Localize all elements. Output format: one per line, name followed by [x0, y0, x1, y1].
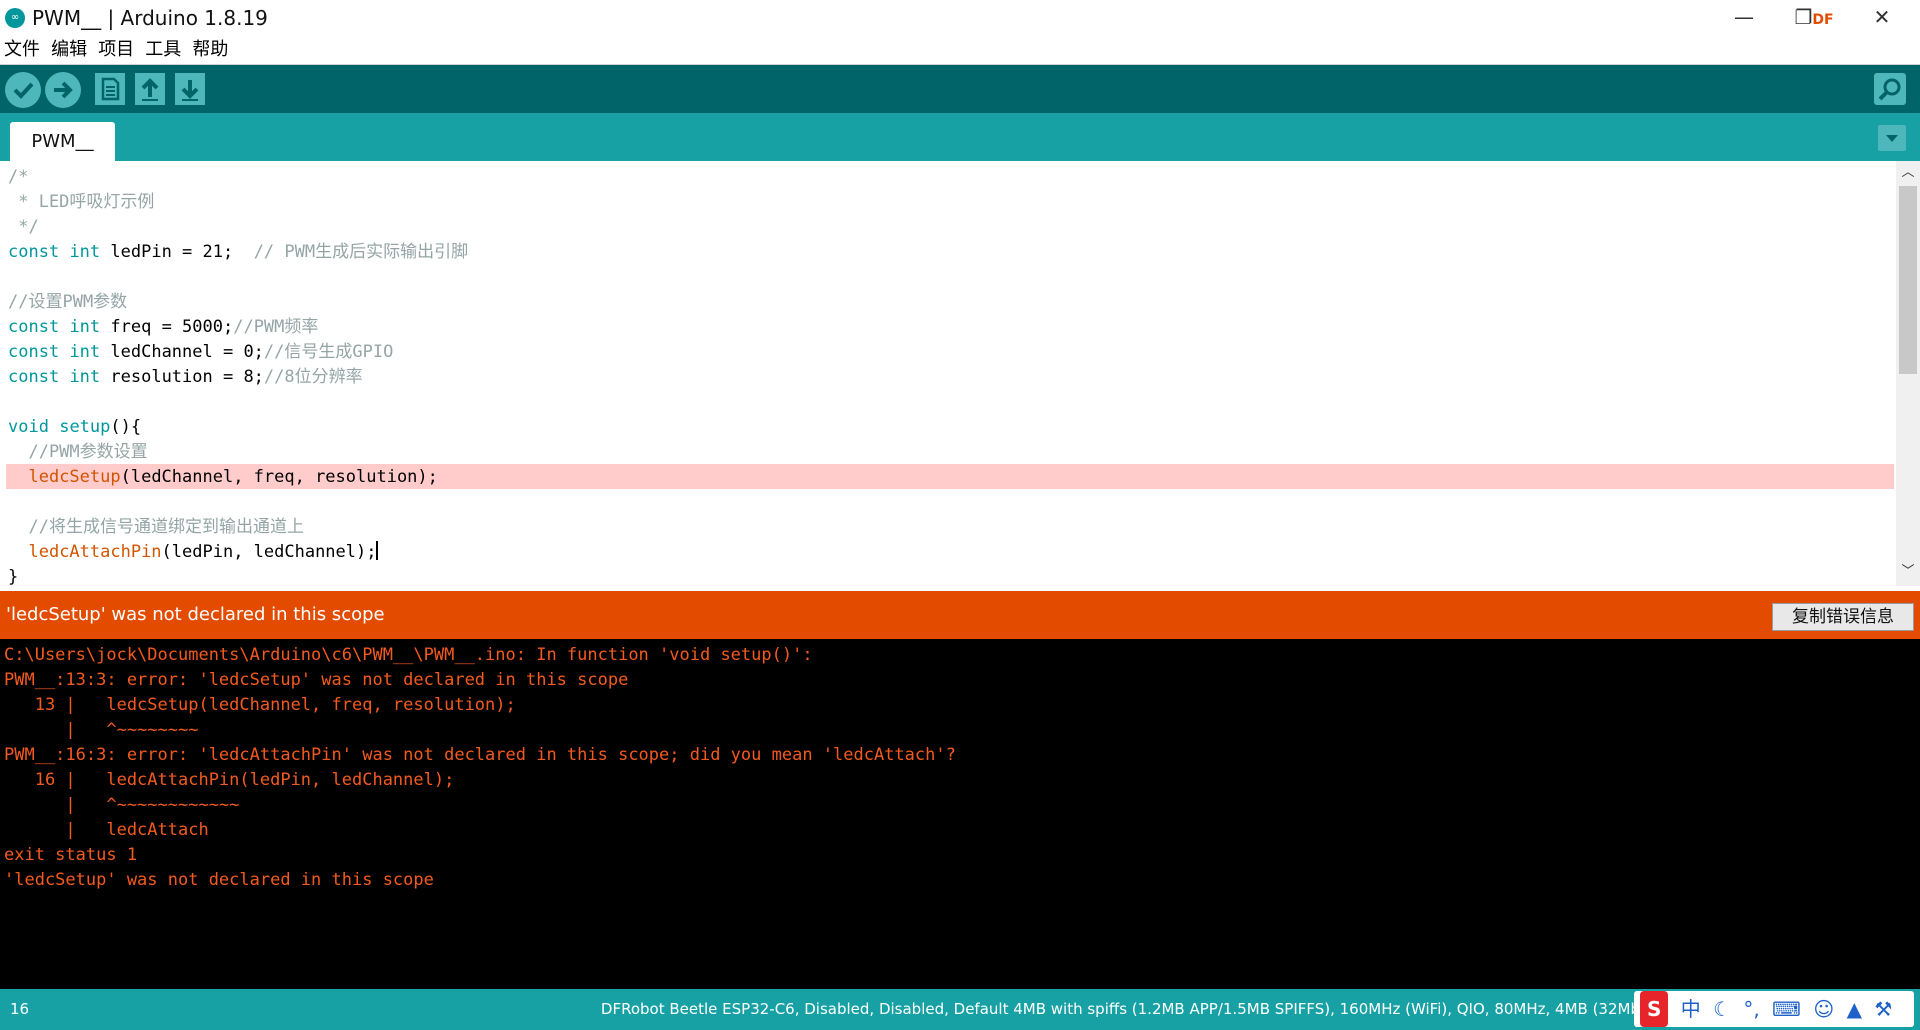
console-line: C:\Users\jock\Documents\Arduino\c6\PWM__…	[4, 645, 813, 665]
checkmark-icon	[13, 82, 34, 99]
tab-menu-button[interactable]	[1878, 125, 1906, 151]
moon-icon[interactable]: ☾	[1713, 991, 1731, 1027]
wrench-icon[interactable]: ⚒	[1874, 991, 1892, 1027]
console-line: 16 | ledcAttachPin(ledPin, ledChannel);	[4, 770, 455, 790]
title-bar: ∞ PWM__ | Arduino 1.8.19 — ❐DF ✕	[0, 0, 1920, 36]
scroll-up-icon[interactable]: ︿	[1896, 163, 1920, 183]
menu-tools[interactable]: 工具	[141, 36, 183, 64]
board-info: DFRobot Beetle ESP32-C6, Disabled, Disab…	[600, 1000, 1640, 1018]
error-message: 'ledcSetup' was not declared in this sco…	[6, 604, 385, 625]
ime-language-toggle[interactable]: 中	[1681, 991, 1701, 1027]
copy-error-button[interactable]: 复制错误信息	[1772, 603, 1914, 631]
save-button[interactable]	[175, 73, 205, 105]
verify-button[interactable]	[5, 72, 41, 108]
scroll-down-icon[interactable]: ﹀	[1896, 562, 1920, 582]
keyboard-icon[interactable]: ⌨	[1772, 991, 1801, 1027]
toolbar	[0, 65, 1920, 113]
tab-pwm[interactable]: PWM__	[10, 122, 115, 161]
code-line: }	[8, 567, 19, 586]
overlay-badge: DF	[1812, 12, 1834, 28]
code-line: /*	[8, 167, 29, 187]
shirt-icon[interactable]: ▲	[1847, 991, 1862, 1027]
window-title: PWM__ | Arduino 1.8.19	[32, 6, 268, 30]
ime-toolbar[interactable]: S 中 ☾ °, ⌨ ☺ ▲ ⚒	[1634, 991, 1914, 1027]
text-caret	[376, 541, 379, 560]
code-editor[interactable]: /* * LED呼吸灯示例 */ const int ledPin = 21; …	[0, 161, 1896, 586]
code-line: const int ledChannel = 0;//信号生成GPIO	[8, 342, 394, 362]
code-line: const int freq = 5000;//PWM频率	[8, 317, 319, 337]
menu-help[interactable]: 帮助	[188, 36, 230, 64]
magnifier-icon	[1878, 78, 1901, 101]
upload-button[interactable]	[45, 72, 81, 108]
code-line: //设置PWM参数	[8, 292, 128, 312]
menu-sketch[interactable]: 项目	[94, 36, 136, 64]
chevron-down-icon	[1886, 135, 1898, 142]
minimize-button[interactable]: —	[1714, 0, 1774, 36]
restore-button[interactable]: ❐DF	[1784, 0, 1844, 36]
restore-icon: ❐	[1794, 5, 1813, 29]
arduino-infinity-icon: ∞	[5, 8, 25, 28]
punctuation-icon[interactable]: °,	[1743, 991, 1759, 1027]
code-line-highlighted: ledcSetup(ledChannel, freq, resolution);	[28, 467, 438, 487]
menu-edit[interactable]: 编辑	[47, 36, 89, 64]
menu-bar: 文件 编辑 项目 工具 帮助	[0, 36, 1920, 65]
tab-bar: PWM__	[0, 113, 1920, 161]
console-line: | ^~~~~~~~~~~~~	[4, 795, 240, 815]
console-line: 'ledcSetup' was not declared in this sco…	[4, 870, 434, 890]
user-icon[interactable]: ☺	[1813, 991, 1834, 1027]
console-line: | ^~~~~~~~~	[4, 720, 199, 740]
console-output[interactable]: C:\Users\jock\Documents\Arduino\c6\PWM__…	[0, 639, 1920, 989]
arrow-up-icon	[141, 78, 159, 101]
arrow-right-icon	[54, 81, 73, 99]
scrollbar-thumb[interactable]	[1899, 186, 1917, 374]
serial-monitor-button[interactable]	[1874, 73, 1906, 105]
close-button[interactable]: ✕	[1852, 0, 1912, 36]
code-line: const int ledPin = 21; // PWM生成后实际输出引脚	[8, 242, 469, 262]
editor-scrollbar[interactable]: ︿ ﹀	[1896, 161, 1920, 586]
code-line: //将生成信号通道绑定到输出通道上	[8, 517, 304, 537]
console-line: PWM__:13:3: error: 'ledcSetup' was not d…	[4, 670, 629, 690]
code-line: */	[8, 217, 39, 237]
code-line: * LED呼吸灯示例	[8, 192, 155, 212]
line-number: 16	[10, 1000, 30, 1018]
code-line-current: ledcAttachPin(ledPin, ledChannel);	[28, 541, 379, 562]
open-button[interactable]	[135, 73, 165, 105]
code-line: const int resolution = 8;//8位分辨率	[8, 367, 363, 387]
console-line: 13 | ledcSetup(ledChannel, freq, resolut…	[4, 695, 516, 715]
code-line: //PWM参数设置	[8, 442, 148, 462]
menu-file[interactable]: 文件	[0, 36, 42, 64]
new-button[interactable]	[95, 73, 125, 105]
error-bar: 'ledcSetup' was not declared in this sco…	[0, 591, 1920, 639]
console-line: PWM__:16:3: error: 'ledcAttachPin' was n…	[4, 745, 956, 765]
console-line: | ledcAttach	[4, 820, 209, 840]
sogou-logo-icon[interactable]: S	[1640, 991, 1669, 1027]
new-file-icon	[101, 77, 120, 101]
arrow-down-icon	[181, 80, 199, 101]
status-bar: 16 DFRobot Beetle ESP32-C6, Disabled, Di…	[0, 989, 1920, 1030]
console-line: exit status 1	[4, 845, 138, 865]
code-line: void setup(){	[8, 417, 142, 437]
